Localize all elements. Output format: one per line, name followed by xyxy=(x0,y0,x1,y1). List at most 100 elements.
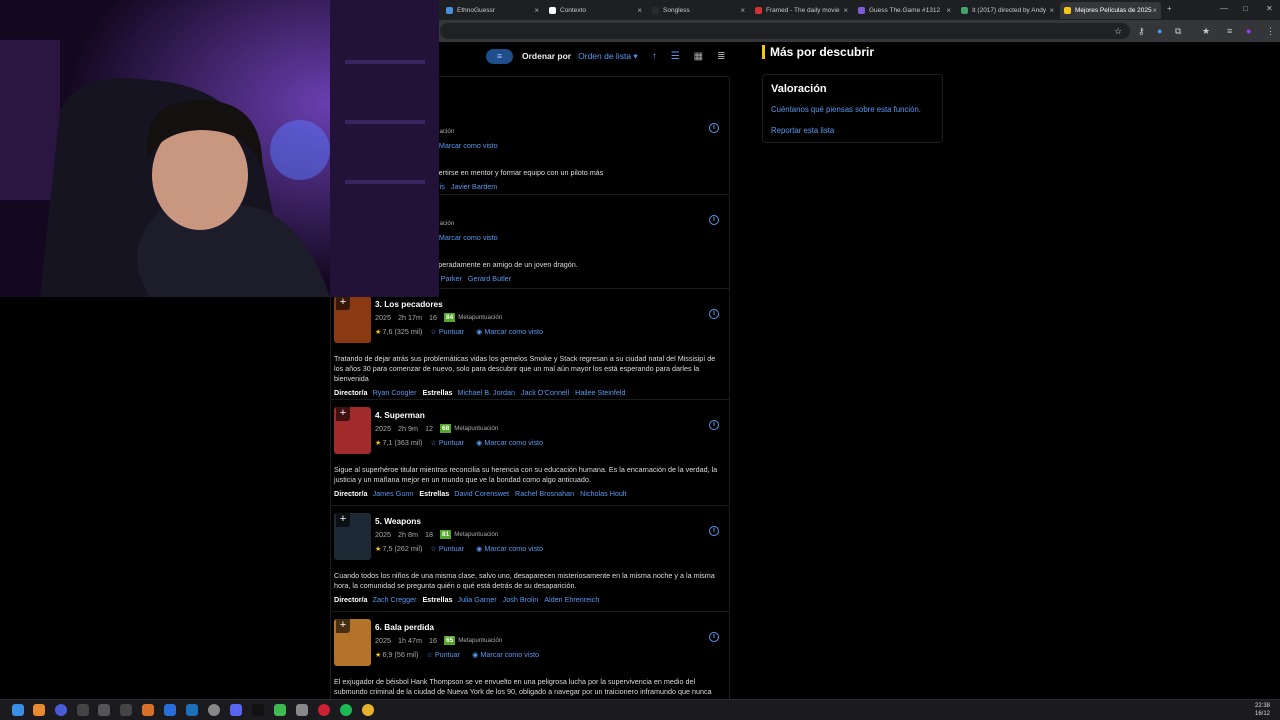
info-icon[interactable]: i xyxy=(709,215,719,225)
app-icon[interactable] xyxy=(208,704,220,716)
close-tab-icon[interactable]: × xyxy=(1152,6,1157,15)
clock-time: 22:38 xyxy=(1254,703,1270,709)
star-actor-link[interactable]: Jack O'Connell xyxy=(521,388,569,397)
star-icon[interactable]: ☆ xyxy=(1114,26,1122,37)
avatar[interactable]: ● xyxy=(1246,26,1251,36)
puzzle-icon[interactable]: ⧉ xyxy=(1175,26,1181,37)
star-actor-link[interactable]: David Corenswet xyxy=(454,489,509,498)
close-tab-icon[interactable]: × xyxy=(637,6,642,15)
windows-start-icon[interactable] xyxy=(12,704,24,716)
add-to-watchlist-icon[interactable]: + xyxy=(336,619,350,633)
browser-tab[interactable]: Contexto × xyxy=(545,2,646,19)
star-actor-link[interactable]: Rachel Brosnahan xyxy=(515,489,574,498)
rate-button[interactable]: ☆ Puntuar xyxy=(430,438,464,447)
maximize-icon[interactable]: □ xyxy=(1243,4,1248,13)
sort-dropdown[interactable]: Orden de lista ▾ xyxy=(578,51,638,62)
star-actor-link[interactable]: Nicholas Hoult xyxy=(580,489,626,498)
app-icon[interactable] xyxy=(98,704,110,716)
rate-button-label: Puntuar xyxy=(438,438,465,447)
steam-icon[interactable] xyxy=(186,704,198,716)
browser-tab[interactable]: Guess The.Game #1312 × xyxy=(854,2,955,19)
mark-seen-button[interactable]: ◉ Marcar como visto xyxy=(472,650,539,659)
close-tab-icon[interactable]: × xyxy=(843,6,848,15)
sort-toolbar: ≡ Ordenar por Orden de lista ▾ ↑ ☰ ▦ ≣ xyxy=(486,48,740,64)
feedback-link[interactable]: Cuéntanos qué piensas sobre esta función… xyxy=(771,105,921,114)
app-icon[interactable] xyxy=(164,704,176,716)
rate-button[interactable]: ☆ Puntuar xyxy=(426,650,460,659)
arrow-up-icon[interactable]: ↑ xyxy=(652,51,657,62)
menu-icon[interactable]: ⋮ xyxy=(1266,26,1275,37)
mark-seen-button[interactable]: ◉ Marcar como visto xyxy=(476,438,543,447)
address-bar[interactable] xyxy=(440,23,1130,39)
search-icon[interactable] xyxy=(33,704,45,716)
app-icon[interactable] xyxy=(77,704,89,716)
extension-icon[interactable]: ● xyxy=(1157,26,1162,36)
star-actor-link[interactable]: Alden Ehrenreich xyxy=(544,595,599,604)
add-to-watchlist-icon[interactable]: + xyxy=(336,296,350,310)
mark-seen-button[interactable]: ◉ Marcar como visto xyxy=(431,141,498,150)
info-icon[interactable]: i xyxy=(709,632,719,642)
movie-poster[interactable]: + xyxy=(334,407,371,454)
info-icon[interactable]: i xyxy=(709,309,719,319)
app-icon[interactable] xyxy=(274,704,286,716)
app-icon[interactable] xyxy=(318,704,330,716)
minimize-icon[interactable]: — xyxy=(1220,4,1228,13)
browser-tab[interactable]: It (2017) directed by Andy × xyxy=(957,2,1058,19)
close-tab-icon[interactable]: × xyxy=(946,6,951,15)
browser-tab[interactable]: Songless × xyxy=(648,2,749,19)
profile-icon[interactable]: ≡ xyxy=(1227,26,1232,36)
close-tab-icon[interactable]: × xyxy=(1049,6,1054,15)
rate-button[interactable]: ☆ Puntuar xyxy=(430,544,464,553)
app-icon[interactable] xyxy=(296,704,308,716)
movie-poster[interactable]: + xyxy=(334,513,371,560)
filter-button[interactable]: ≡ xyxy=(486,48,513,64)
movie-title[interactable]: 4. Superman xyxy=(375,410,425,420)
spotify-icon[interactable] xyxy=(340,704,352,716)
info-icon[interactable]: i xyxy=(709,420,719,430)
rate-button[interactable]: ☆ Puntuar xyxy=(430,327,464,336)
app-icon[interactable] xyxy=(120,704,132,716)
mark-seen-button[interactable]: ◉ Marcar como visto xyxy=(476,327,543,336)
divider xyxy=(330,611,730,612)
movie-poster[interactable]: + xyxy=(334,619,371,666)
mark-seen-button[interactable]: ◉ Marcar como visto xyxy=(476,544,543,553)
list-item: +3. Los pecadores 2025 2h 17m 16 84 Metapuntu… xyxy=(330,288,730,397)
app-icon[interactable] xyxy=(142,704,154,716)
director-link[interactable]: Zach Cregger xyxy=(373,595,417,604)
app-icon[interactable] xyxy=(55,704,67,716)
movie-title[interactable]: 3. Los pecadores xyxy=(375,299,443,309)
star-actor-link[interactable]: Michael B. Jordan xyxy=(457,388,515,397)
star-actor-link[interactable]: Josh Brolin xyxy=(503,595,539,604)
add-to-watchlist-icon[interactable]: + xyxy=(336,513,350,527)
browser-tab[interactable]: EthnoGuessr × xyxy=(442,2,543,19)
close-tab-icon[interactable]: × xyxy=(740,6,745,15)
mark-seen-button[interactable]: ◉ Marcar como visto xyxy=(431,233,498,242)
vote-count: (56 mil) xyxy=(394,650,419,659)
key-icon[interactable]: ⚷ xyxy=(1138,26,1145,37)
close-tab-icon[interactable]: × xyxy=(534,6,539,15)
bookmark-icon[interactable]: ★ xyxy=(1202,26,1210,37)
director-link[interactable]: James Gunn xyxy=(373,489,414,498)
detailed-view-icon[interactable]: ☰ xyxy=(671,51,680,62)
report-list-link[interactable]: Reportar esta lista xyxy=(771,126,834,135)
browser-tab[interactable]: Framed - The daily movie × xyxy=(751,2,852,19)
director-link[interactable]: Ryan Coogler xyxy=(373,388,417,397)
browser-tab[interactable]: Mejores Películas de 2025 × xyxy=(1060,2,1161,19)
grid-view-icon[interactable]: ▦ xyxy=(694,51,703,62)
tiktok-icon[interactable] xyxy=(252,704,264,716)
star-actor-link[interactable]: Hailee Steinfeld xyxy=(575,388,625,397)
new-tab-button[interactable]: + xyxy=(1167,4,1172,13)
compact-view-icon[interactable]: ≣ xyxy=(717,51,725,62)
info-icon[interactable]: i xyxy=(709,526,719,536)
discord-icon[interactable] xyxy=(230,704,242,716)
movie-poster[interactable]: + xyxy=(334,296,371,343)
star-actor-link[interactable]: Javier Bardem xyxy=(451,182,497,191)
star-actor-link[interactable]: Gerard Butler xyxy=(468,274,511,283)
add-to-watchlist-icon[interactable]: + xyxy=(336,407,350,421)
star-actor-link[interactable]: Julia Garner xyxy=(457,595,496,604)
close-window-icon[interactable]: ✕ xyxy=(1266,4,1273,13)
info-icon[interactable]: i xyxy=(709,123,719,133)
movie-title[interactable]: 5. Weapons xyxy=(375,516,421,526)
movie-title[interactable]: 6. Bala perdida xyxy=(375,622,434,632)
chrome-icon[interactable] xyxy=(362,704,374,716)
